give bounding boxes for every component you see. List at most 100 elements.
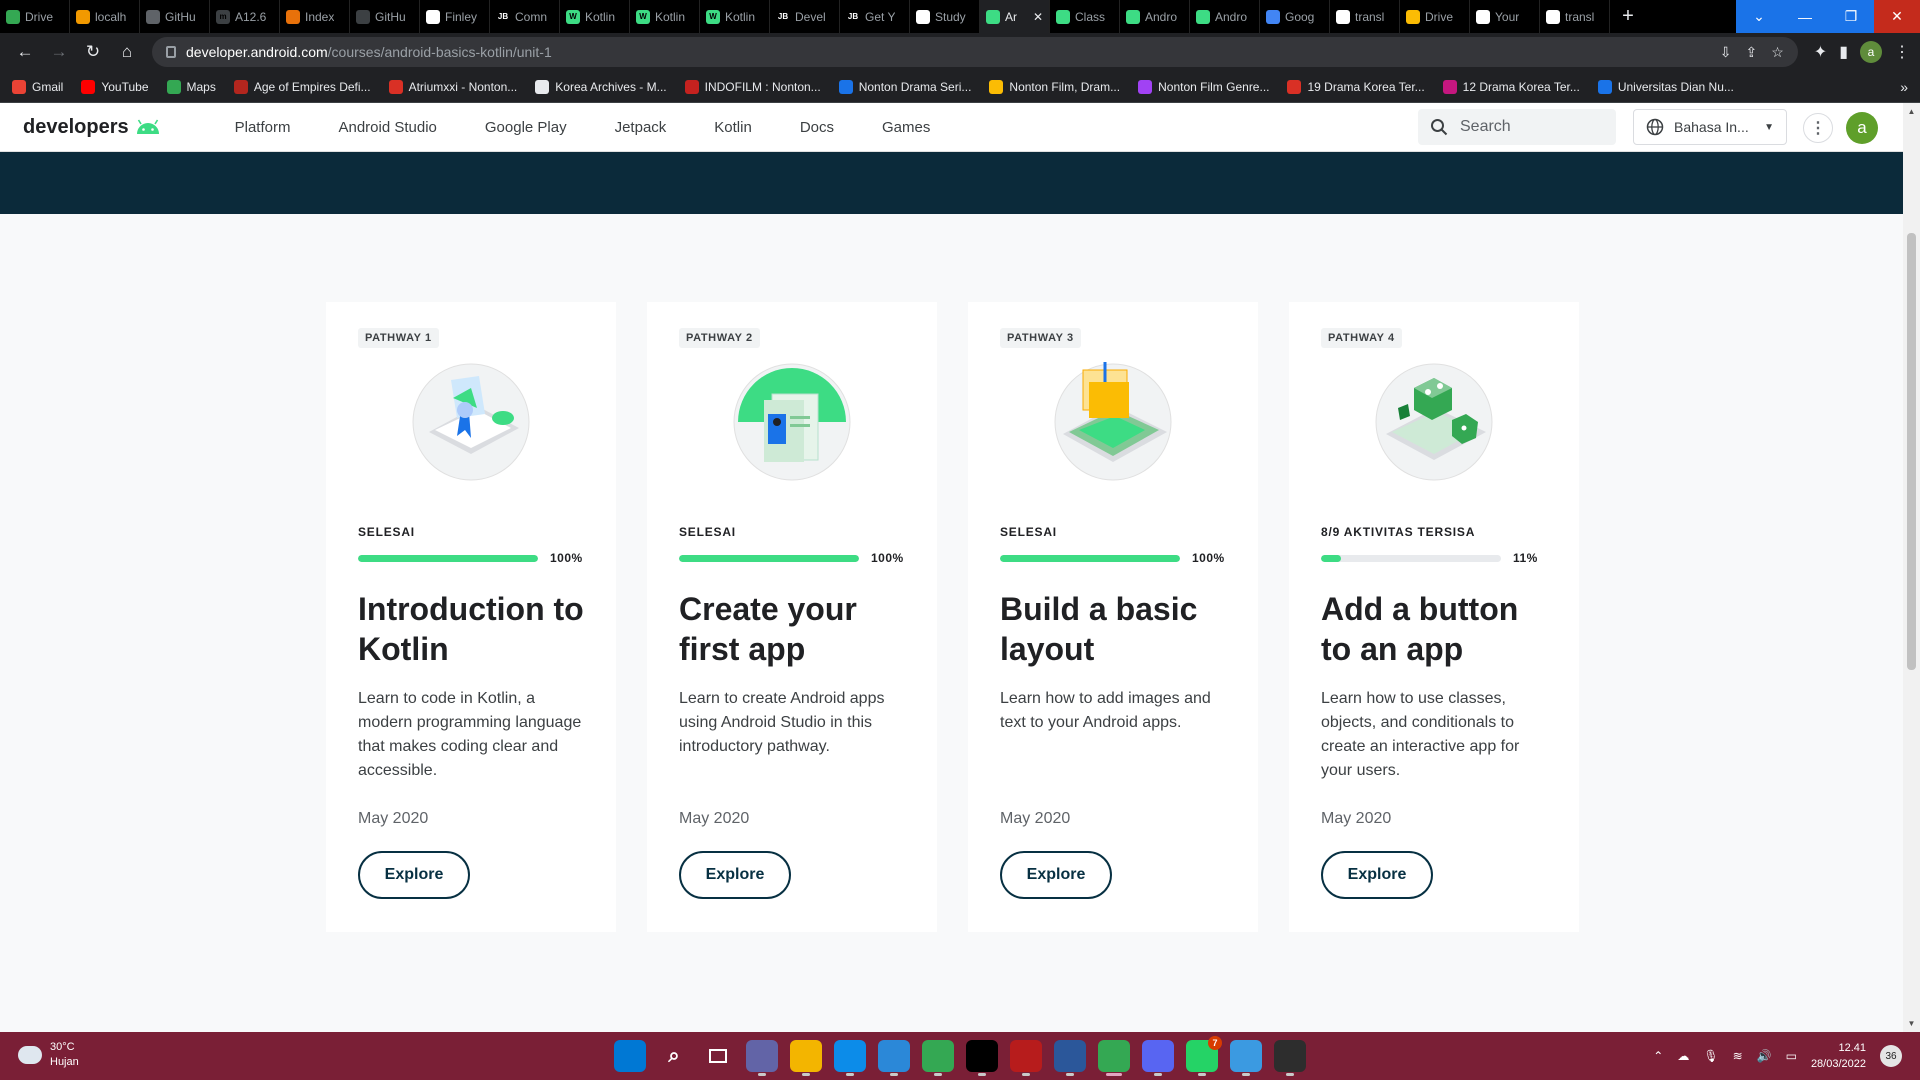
- onedrive-icon[interactable]: ☁: [1677, 1049, 1689, 1063]
- restore-button[interactable]: ❐: [1828, 0, 1874, 33]
- browser-tab[interactable]: Study: [910, 0, 980, 33]
- browser-tab[interactable]: transl: [1540, 0, 1610, 33]
- reload-button[interactable]: ↻: [78, 37, 108, 67]
- url-text[interactable]: developer.android.com/courses/android-ba…: [186, 44, 552, 60]
- install-icon[interactable]: ⇩: [1720, 44, 1732, 61]
- browser-tab[interactable]: W Kotlin: [560, 0, 630, 33]
- wifi-icon[interactable]: ≋: [1733, 1049, 1743, 1063]
- explore-button[interactable]: Explore: [358, 851, 470, 899]
- browser-tab[interactable]: Andro: [1190, 0, 1260, 33]
- bookmark-item[interactable]: Age of Empires Defi...: [233, 79, 371, 94]
- browser-menu-icon[interactable]: ⋮: [1894, 42, 1910, 62]
- battery-icon[interactable]: ▭: [1786, 1049, 1797, 1063]
- close-window-button[interactable]: ✕: [1874, 0, 1920, 33]
- forward-button[interactable]: →: [44, 37, 74, 67]
- browser-tab[interactable]: JB Get Y: [840, 0, 910, 33]
- terminal-icon[interactable]: [1274, 1040, 1306, 1076]
- close-tab-icon[interactable]: ✕: [1033, 10, 1043, 24]
- browser-tab[interactable]: Goog: [1260, 0, 1330, 33]
- browser-tab[interactable]: Finley: [420, 0, 490, 33]
- browser-tab[interactable]: transl: [1330, 0, 1400, 33]
- browser-tab[interactable]: Class: [1050, 0, 1120, 33]
- extensions-icon[interactable]: ✦: [1814, 42, 1827, 62]
- bookmark-item[interactable]: YouTube: [81, 79, 149, 94]
- nav-link-platform[interactable]: Platform: [211, 119, 315, 136]
- new-tab-button[interactable]: +: [1610, 0, 1646, 33]
- bookmark-item[interactable]: 19 Drama Korea Ter...: [1287, 79, 1425, 94]
- back-button[interactable]: ←: [10, 37, 40, 67]
- browser-tab[interactable]: m A12.6: [210, 0, 280, 33]
- nav-link-docs[interactable]: Docs: [776, 119, 858, 136]
- task-view-icon[interactable]: [702, 1040, 734, 1072]
- explore-button[interactable]: Explore: [1321, 851, 1433, 899]
- share-icon[interactable]: ⇪: [1745, 44, 1757, 61]
- scrollbar-thumb[interactable]: [1907, 233, 1916, 670]
- side-panel-icon[interactable]: ▮: [1839, 42, 1848, 62]
- browser-tab[interactable]: Drive: [0, 0, 70, 33]
- intellij-icon[interactable]: [966, 1040, 998, 1076]
- nav-link-kotlin[interactable]: Kotlin: [690, 119, 776, 136]
- microphone-icon[interactable]: 🎙: [1703, 1049, 1718, 1063]
- word-like-icon[interactable]: [1054, 1040, 1086, 1076]
- whatsapp-icon[interactable]: 7: [1186, 1036, 1222, 1076]
- browser-tab[interactable]: Index: [280, 0, 350, 33]
- notification-badge[interactable]: 36: [1880, 1045, 1902, 1067]
- scroll-up-arrow[interactable]: ▲: [1903, 103, 1920, 120]
- nav-link-jetpack[interactable]: Jetpack: [591, 119, 691, 136]
- browser-tab[interactable]: localh: [70, 0, 140, 33]
- site-search[interactable]: Search: [1418, 109, 1616, 145]
- store-icon[interactable]: [878, 1040, 910, 1076]
- tray-overflow-icon[interactable]: ⌃: [1653, 1049, 1663, 1063]
- bookmark-item[interactable]: Gmail: [12, 79, 63, 94]
- address-bar[interactable]: developer.android.com/courses/android-ba…: [152, 37, 1798, 67]
- browser-tab[interactable]: Andro: [1120, 0, 1190, 33]
- edge-icon[interactable]: [834, 1040, 866, 1076]
- page-scrollbar[interactable]: ▲ ▼: [1903, 103, 1920, 1032]
- discord-icon[interactable]: [1142, 1040, 1174, 1076]
- browser-tab[interactable]: W Kotlin: [700, 0, 770, 33]
- scroll-down-arrow[interactable]: ▼: [1903, 1015, 1920, 1032]
- bookmark-item[interactable]: Universitas Dian Nu...: [1597, 79, 1734, 94]
- browser-tab[interactable]: GitHu: [140, 0, 210, 33]
- chrome-active-icon[interactable]: [1098, 1040, 1130, 1076]
- browser-tab[interactable]: GitHu: [350, 0, 420, 33]
- bookmark-item[interactable]: Korea Archives - M...: [535, 79, 667, 94]
- tab-search-button[interactable]: ⌄: [1736, 0, 1782, 33]
- nav-link-android-studio[interactable]: Android Studio: [314, 119, 460, 136]
- bookmark-item[interactable]: INDOFILM : Nonton...: [684, 79, 821, 94]
- notepad-icon[interactable]: [1230, 1040, 1262, 1076]
- bookmark-item[interactable]: 12 Drama Korea Ter...: [1442, 79, 1580, 94]
- browser-tab[interactable]: Ar ✕: [980, 0, 1050, 33]
- nav-link-games[interactable]: Games: [858, 119, 954, 136]
- browser-tab[interactable]: Drive: [1400, 0, 1470, 33]
- search-icon[interactable]: ⌕: [658, 1040, 690, 1072]
- teams-chat-icon[interactable]: [746, 1040, 778, 1076]
- app-red-icon[interactable]: [1010, 1040, 1042, 1076]
- home-button[interactable]: ⌂: [112, 37, 142, 67]
- developers-logo[interactable]: developers: [23, 116, 161, 139]
- browser-tab[interactable]: JB Comn: [490, 0, 560, 33]
- bookmark-item[interactable]: Nonton Film Genre...: [1138, 79, 1269, 94]
- pathway-title[interactable]: Introduction to Kotlin: [358, 589, 584, 669]
- language-selector[interactable]: Bahasa In... ▼: [1633, 109, 1787, 145]
- chrome-icon[interactable]: [922, 1040, 954, 1076]
- browser-tab[interactable]: W Kotlin: [630, 0, 700, 33]
- bookmark-item[interactable]: Maps: [166, 79, 216, 94]
- browser-tab[interactable]: JB Devel: [770, 0, 840, 33]
- volume-icon[interactable]: 🔊: [1757, 1049, 1772, 1063]
- more-options-button[interactable]: ⋮: [1803, 113, 1833, 143]
- user-avatar[interactable]: a: [1846, 112, 1878, 144]
- bookmark-item[interactable]: Nonton Film, Dram...: [989, 79, 1120, 94]
- bookmark-item[interactable]: Atriumxxi - Nonton...: [388, 79, 517, 94]
- minimize-button[interactable]: —: [1782, 0, 1828, 33]
- pathway-title[interactable]: Create your first app: [679, 589, 905, 669]
- bookmark-item[interactable]: Nonton Drama Seri...: [838, 79, 971, 94]
- clock[interactable]: 12.41 28/03/2022: [1811, 1040, 1866, 1072]
- pathway-title[interactable]: Build a basic layout: [1000, 589, 1226, 669]
- explore-button[interactable]: Explore: [679, 851, 791, 899]
- pathway-title[interactable]: Add a button to an app: [1321, 589, 1547, 669]
- explore-button[interactable]: Explore: [1000, 851, 1112, 899]
- start-icon[interactable]: [614, 1040, 646, 1072]
- profile-avatar[interactable]: a: [1860, 41, 1882, 63]
- nav-link-google-play[interactable]: Google Play: [461, 119, 591, 136]
